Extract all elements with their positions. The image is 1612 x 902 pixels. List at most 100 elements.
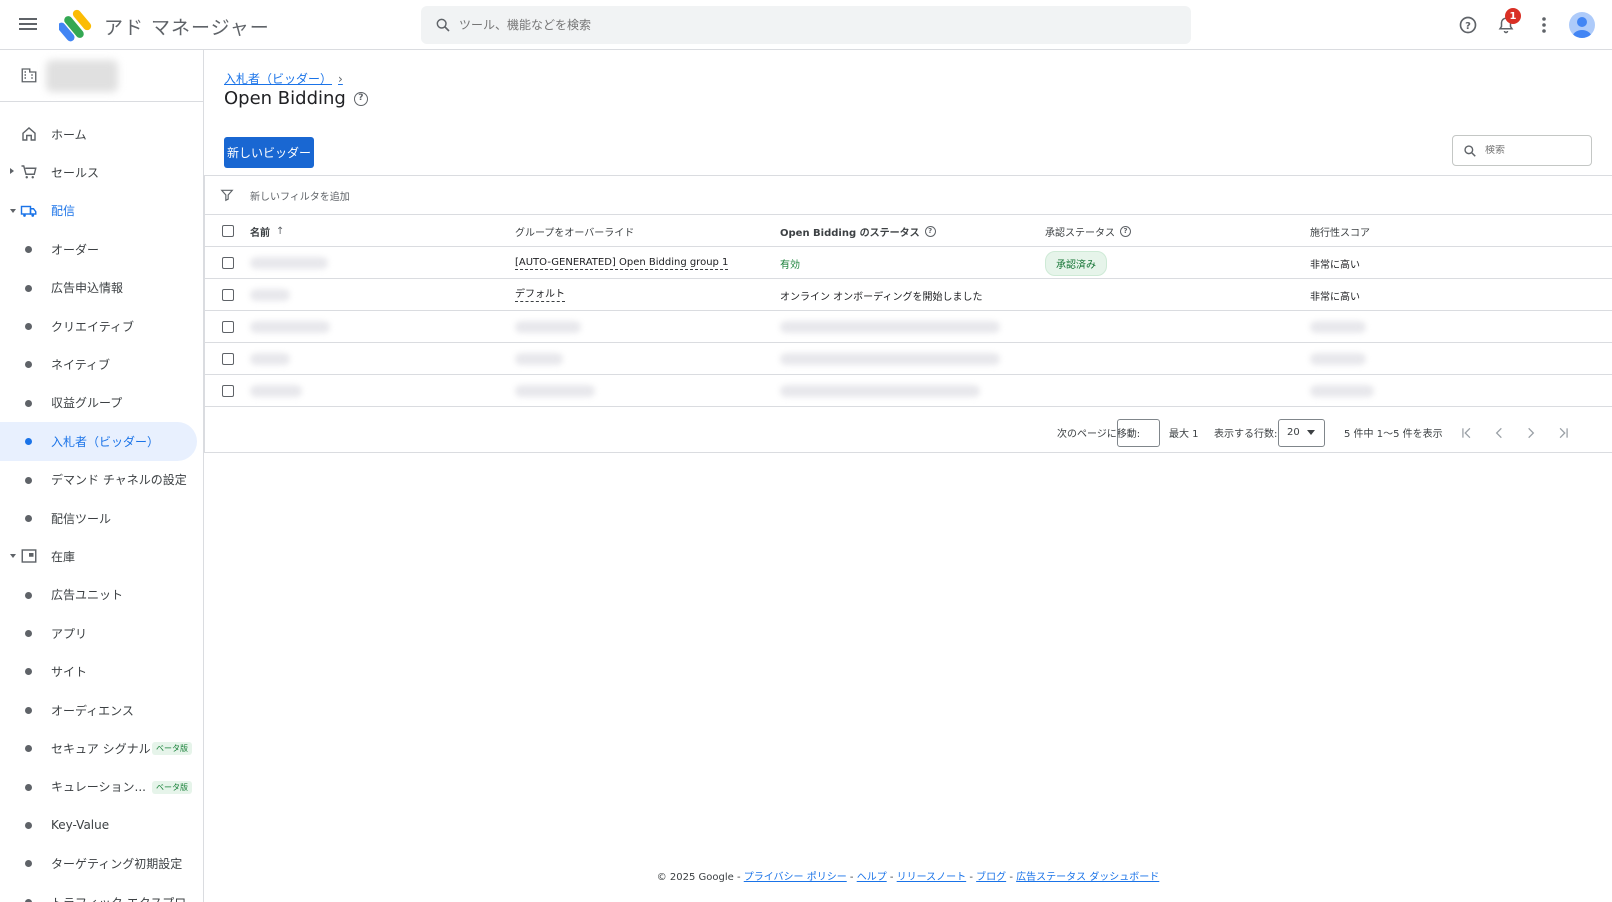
new-bidder-button[interactable]: 新しいビッダー [224,137,314,168]
sidebar-item-label: 入札者（ビッダー） [51,434,160,449]
table-header: 名前 ↑ グループをオーバーライド Open Bidding のステータス? 承認… [205,215,1612,247]
sidebar-item-5[interactable]: クリエイティブ [0,307,203,345]
account-avatar[interactable] [1569,12,1595,38]
sidebar-item-18[interactable]: Key-Value [0,806,203,844]
sidebar-item-3[interactable]: オーダー [0,230,203,268]
header-ob-status-label: Open Bidding のステータス [780,227,920,239]
enforceability-score: 非常に高い [1310,259,1360,271]
row-checkbox[interactable] [222,353,234,365]
override-group-link[interactable]: デフォルト [515,289,565,302]
sidebar-item-1[interactable]: セールス [0,153,203,191]
bullet-icon [25,860,32,868]
footer-link-1[interactable]: ヘルプ [857,872,887,883]
bullet-icon [25,246,32,254]
sort-arrow-icon: ↑ [276,225,285,237]
footer-link-4[interactable]: 広告ステータス ダッシュボード [1016,872,1159,883]
sidebar-item-7[interactable]: 収益グループ [0,384,203,422]
sidebar-item-label: オーダー [51,242,100,257]
page-title: Open Bidding ? [224,88,368,109]
sidebar-item-label: ネイティブ [51,358,111,373]
global-search-input[interactable] [459,18,1159,32]
sidebar-item-label: キュレーション... [51,780,146,795]
table-row[interactable]: [AUTO-GENERATED] Open Bidding group 1 有効 承… [205,247,1612,279]
sidebar-item-label: 広告ユニット [51,588,124,603]
cart-icon [20,163,38,181]
breadcrumb-link-bidders[interactable]: 入札者（ビッダー） [224,70,332,87]
bidder-name-redacted[interactable] [250,279,290,311]
help-icon[interactable]: ? [1455,12,1481,38]
select-all-checkbox[interactable] [222,225,234,237]
last-page-icon[interactable] [1551,421,1575,445]
network-selector[interactable] [0,50,203,102]
sidebar-item-4[interactable]: 広告申込情報 [0,269,203,307]
menu-icon[interactable] [18,15,38,35]
sidebar: ホームセールス配信オーダー広告申込情報クリエイティブ ネイティブ収益グループ入札者… [0,50,204,902]
rows-per-page-select[interactable]: 20 [1278,418,1325,447]
footer-link-0[interactable]: プライバシー ポリシー [744,872,847,883]
more-vert-icon[interactable] [1531,12,1557,38]
filter-bar[interactable]: 新しいフィルタを追加 [205,176,1612,215]
table-row[interactable] [205,375,1612,407]
prev-page-icon[interactable] [1487,421,1511,445]
table-search[interactable] [1452,135,1592,166]
sidebar-item-6[interactable]: ネイティブ [0,345,203,383]
sidebar-item-9[interactable]: デマンド チャネルの設定 [0,461,203,499]
sidebar-item-14[interactable]: サイト [0,652,203,690]
sidebar-item-2[interactable]: 配信 [0,192,203,230]
sidebar-nav: ホームセールス配信オーダー広告申込情報クリエイティブ ネイティブ収益グループ入札者… [0,115,203,902]
row-checkbox[interactable] [222,257,234,269]
beta-badge: ベータ版 [152,780,192,794]
sidebar-item-8[interactable]: 入札者（ビッダー） [0,422,197,461]
chevron-right-icon: › [338,71,343,86]
ob-status: 有効 [780,259,800,271]
bidder-name-redacted[interactable] [250,343,290,375]
sidebar-item-label: 収益グループ [51,396,123,411]
table-search-input[interactable] [1485,145,1585,156]
notification-badge: 1 [1505,8,1521,24]
row-checkbox[interactable] [222,385,234,397]
enforceability-score: 非常に高い [1310,291,1360,303]
sidebar-item-11[interactable]: 在庫 [0,537,203,575]
sidebar-item-19[interactable]: ターゲティング初期設定 [0,844,203,882]
bidder-name-redacted[interactable] [250,311,330,343]
goto-page-input[interactable] [1117,418,1160,447]
sidebar-item-17[interactable]: キュレーション... ベータ版 [0,768,203,806]
table-row[interactable]: デフォルト オンライン オンボーディングを開始しました 非常に高い [205,279,1612,311]
bullet-icon [25,514,32,522]
row-checkbox[interactable] [222,289,234,301]
bullet-icon [25,476,32,484]
header-group: グループをオーバーライド [515,227,635,239]
sidebar-item-13[interactable]: アプリ [0,614,203,652]
footer-sep: - [886,872,897,883]
table-row[interactable] [205,311,1612,343]
sidebar-item-label: セールス [51,166,100,181]
help-icon[interactable]: ? [924,225,936,237]
footer-link-3[interactable]: ブログ [976,872,1006,883]
row-checkbox[interactable] [222,321,234,333]
global-search[interactable] [421,6,1191,44]
footer-link-2[interactable]: リリースノート [897,872,967,883]
max-page-label: 最大 1 [1169,429,1199,440]
table-row[interactable] [205,343,1612,375]
override-group-redacted [515,311,581,343]
sidebar-item-10[interactable]: 配信ツール [0,499,203,537]
sidebar-item-20[interactable]: トラフィック エクスプロ [0,883,203,902]
rows-per-page-label: 表示する行数: [1214,429,1278,440]
footer: © 2025 Google - プライバシー ポリシー - ヘルプ - リリース… [204,868,1612,883]
sidebar-item-0[interactable]: ホーム [0,115,203,153]
header-name[interactable]: 名前 ↑ [250,215,284,247]
add-filter-label: 新しいフィルタを追加 [250,191,350,203]
override-group-link[interactable]: [AUTO-GENERATED] Open Bidding group 1 [515,257,729,270]
help-icon[interactable]: ? [1120,225,1131,237]
bidder-name-redacted[interactable] [250,375,302,407]
sidebar-item-15[interactable]: オーディエンス [0,691,203,729]
help-icon[interactable]: ? [353,91,368,106]
notifications-button[interactable]: 1 [1493,8,1521,38]
bidder-name-redacted[interactable] [250,247,328,279]
first-page-icon[interactable] [1455,421,1479,445]
next-page-icon[interactable] [1519,421,1543,445]
sidebar-item-12[interactable]: 広告ユニット [0,576,203,614]
ob-status-redacted [780,311,1000,343]
sidebar-item-label: クリエイティブ [51,319,135,334]
sidebar-item-16[interactable]: セキュア シグナル ベータ版 [0,729,203,767]
